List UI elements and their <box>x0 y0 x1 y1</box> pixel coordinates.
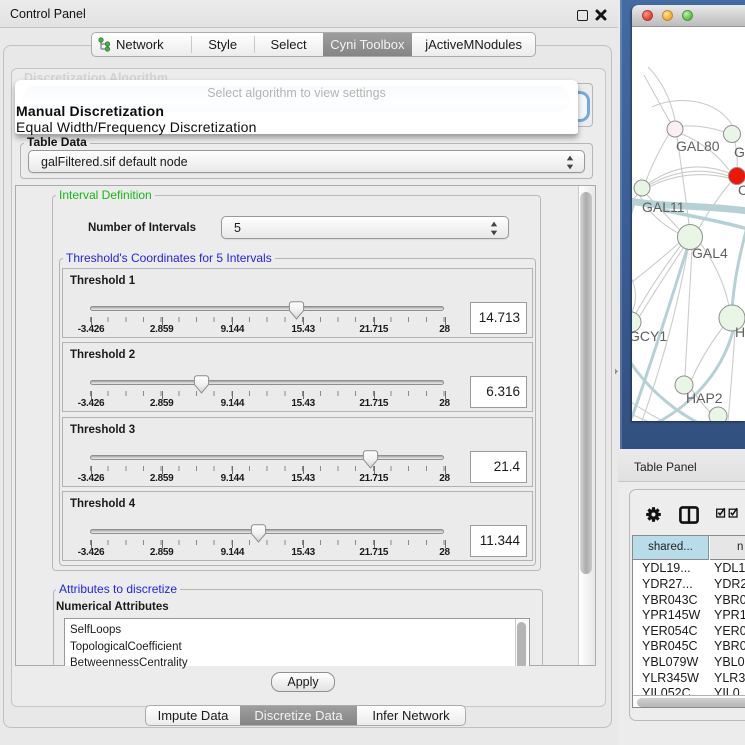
svg-text:GAL11: GAL11 <box>642 199 685 215</box>
svg-text:H: H <box>735 324 745 340</box>
svg-text:GA: GA <box>734 144 745 160</box>
svg-text:GAL80: GAL80 <box>676 138 720 154</box>
svg-text:C: C <box>738 182 745 198</box>
svg-text:HAP2: HAP2 <box>686 390 723 406</box>
svg-text:GAL4: GAL4 <box>692 245 728 261</box>
svg-text:GCY1: GCY1 <box>632 328 667 344</box>
